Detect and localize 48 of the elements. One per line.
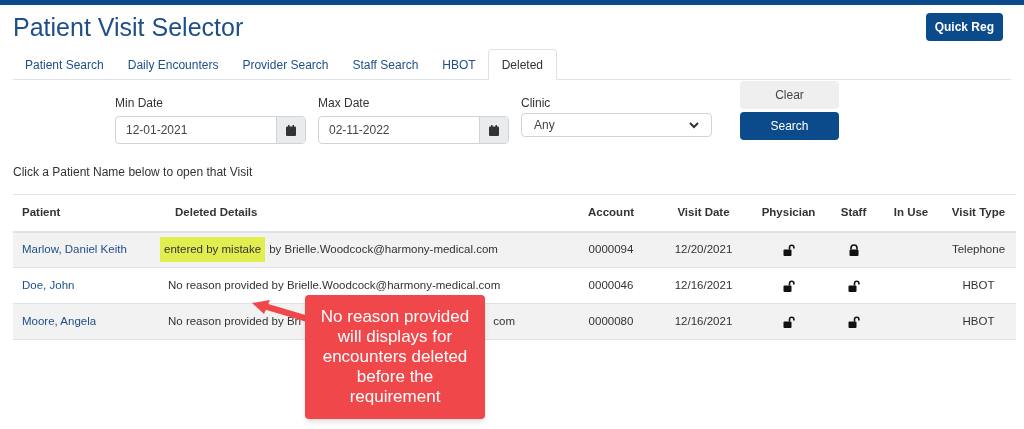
date-field[interactable]: 02-11-2022: [318, 116, 509, 144]
table-cell: Telephone: [951, 243, 1006, 256]
tab[interactable]: Staff Search: [340, 50, 431, 80]
table-cell: 0000094: [588, 243, 634, 256]
deleted-details-text: by Brielle.Woodcock@harmony-medical.com: [269, 242, 498, 258]
field-label: Max Date: [318, 95, 371, 112]
column-header: Physician: [761, 206, 816, 219]
instruction-text: Click a Patient Name below to open that Visit: [13, 165, 254, 180]
clinic-dropdown[interactable]: Any: [521, 113, 712, 137]
chevron-down-icon: [689, 121, 699, 129]
page-title: Patient Visit Selector: [13, 12, 244, 42]
deleted-details-text: No reason provided by Bri: [168, 313, 301, 329]
table-cell: 12/16/2021: [674, 278, 733, 291]
tab[interactable]: Daily Encounters: [115, 50, 231, 80]
tab[interactable]: Deleted: [487, 49, 558, 80]
callout-note: No reason provided will displays for encounters deleted before the requirement: [305, 295, 485, 419]
table-cell: HBOT: [962, 278, 995, 291]
tab[interactable]: Patient Search: [13, 50, 116, 80]
table-cell: 12/20/2021: [674, 243, 733, 256]
table-cell: 0000046: [588, 278, 634, 291]
field-label: Min Date: [115, 95, 165, 112]
search-button[interactable]: Search: [740, 112, 839, 140]
column-header: Staff: [840, 206, 867, 219]
date-field[interactable]: 12-01-2021: [115, 116, 306, 144]
column-header: Account: [588, 206, 634, 219]
patient-link[interactable]: Moore, Angela: [22, 314, 97, 327]
date-field[interactable]: 02-11-2022: [319, 117, 479, 143]
calendar-icon: [286, 124, 296, 136]
column-header: In Use: [893, 206, 929, 219]
tab[interactable]: HBOT: [430, 50, 488, 80]
patient-link[interactable]: Doe, John: [22, 278, 75, 291]
field-label: Clinic: [521, 95, 552, 112]
quick-reg-button[interactable]: Quick Reg: [925, 13, 1003, 41]
column-header: Deleted Details: [175, 206, 258, 219]
table-cell: HBOT: [962, 314, 995, 327]
calendar-icon: [489, 124, 499, 136]
table-cell: 12/16/2021: [674, 314, 733, 327]
deleted-details-text: No reason provided by Brielle.Woodcock@harmony-medical.com: [168, 277, 501, 293]
table-cell: 0000080: [588, 314, 634, 327]
date-field[interactable]: 12-01-2021: [116, 117, 276, 143]
clear-button[interactable]: Clear: [740, 81, 839, 109]
column-header: Visit Date: [677, 206, 730, 219]
tab[interactable]: Provider Search: [230, 50, 341, 80]
column-header: Patient: [22, 206, 61, 219]
patient-link[interactable]: Marlow, Daniel Keith: [22, 243, 127, 256]
column-header: Visit Type: [951, 206, 1006, 219]
deleted-details-text: com: [493, 313, 515, 329]
highlighted-text: entered by mistake: [160, 237, 266, 263]
